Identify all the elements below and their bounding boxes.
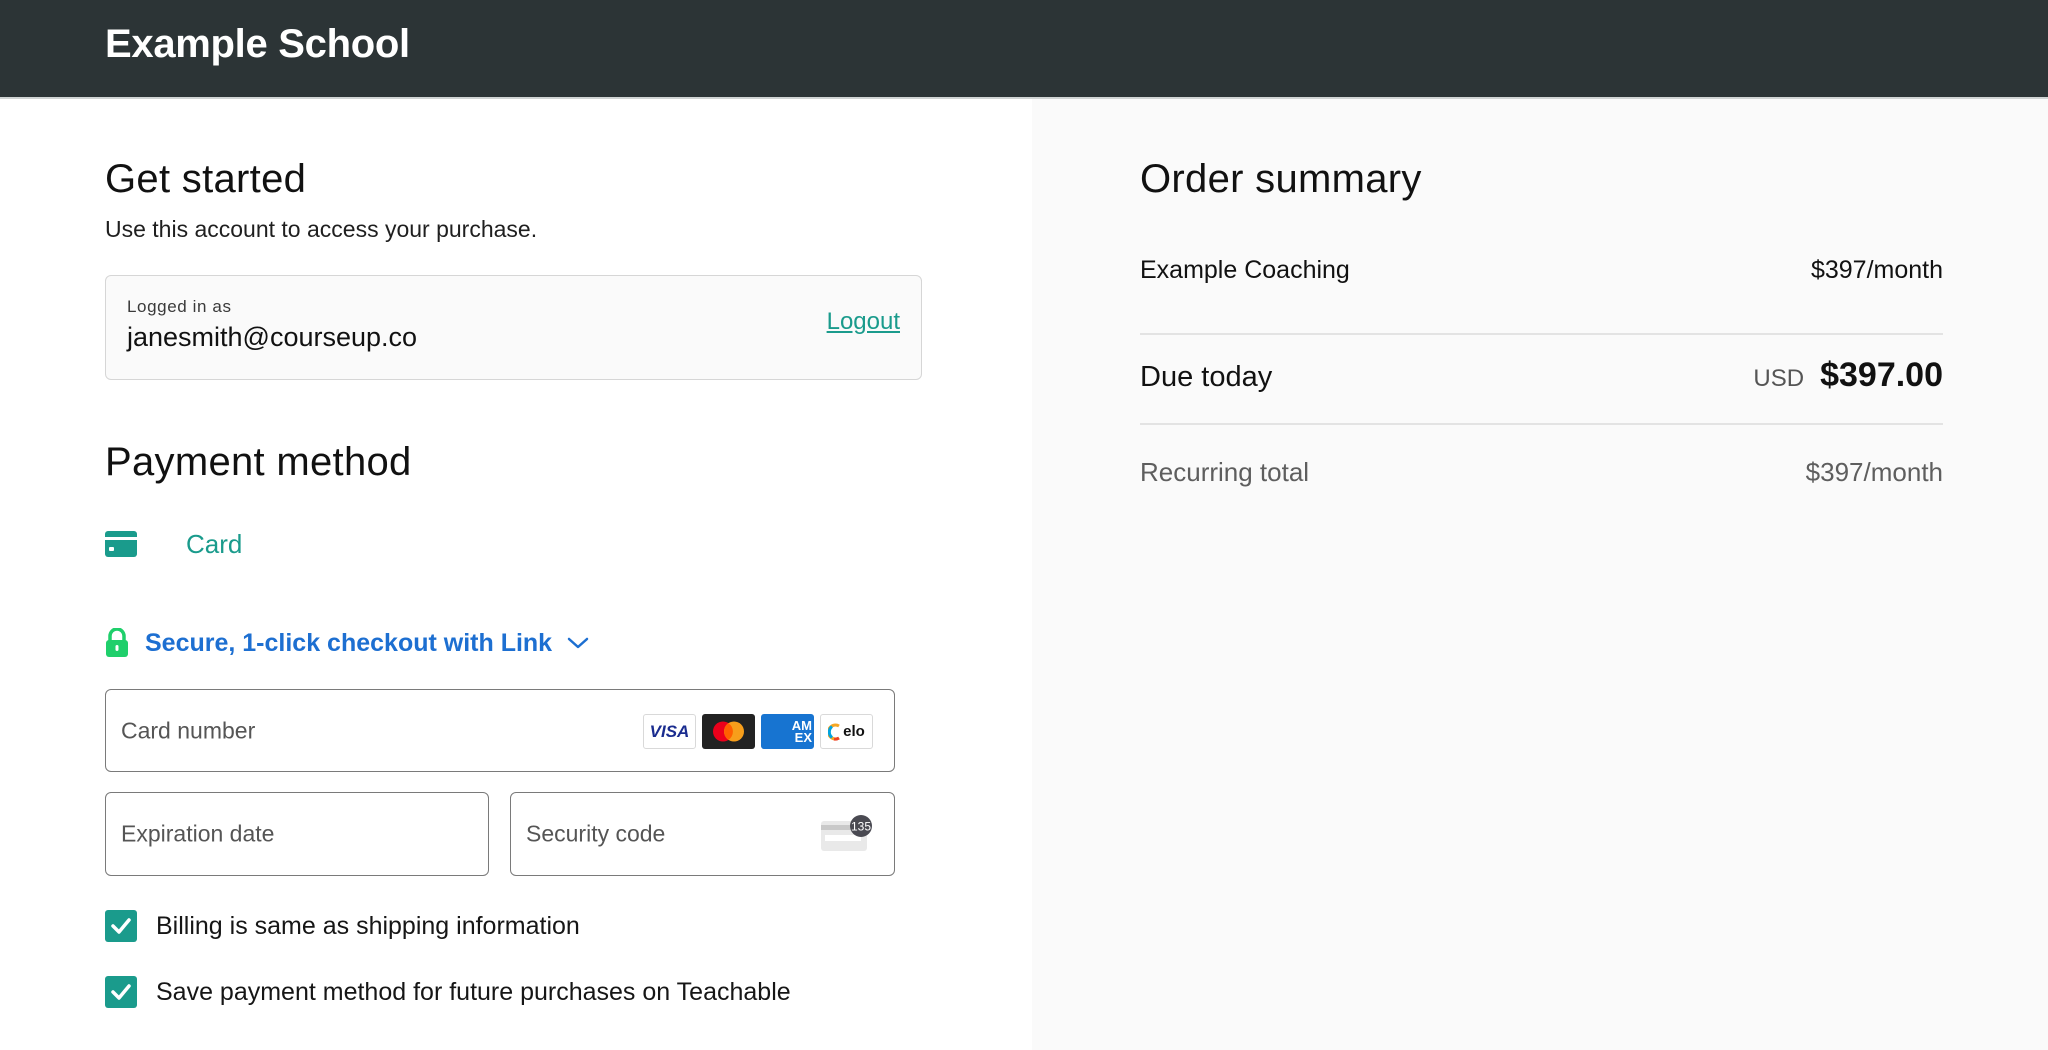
due-today-row: Due today USD $397.00 bbox=[1140, 356, 1943, 395]
save-payment-label: Save payment method for future purchases… bbox=[156, 977, 791, 1006]
expiration-date-input[interactable]: Expiration date bbox=[105, 792, 489, 876]
billing-same-checkbox-row[interactable]: Billing is same as shipping information bbox=[105, 910, 580, 942]
logged-in-email: janesmith@courseup.co bbox=[127, 322, 418, 352]
elo-text: elo bbox=[843, 723, 865, 740]
card-method-label: Card bbox=[186, 529, 243, 559]
card-number-input[interactable]: Card number VISA AM EX elo bbox=[105, 689, 895, 772]
cvc-hint-text: 135 bbox=[851, 820, 871, 834]
line-item-name: Example Coaching bbox=[1140, 256, 1350, 284]
get-started-subtitle: Use this account to access your purchase… bbox=[105, 216, 538, 242]
elo-logo-icon: elo bbox=[820, 714, 873, 749]
logged-in-label: Logged in as bbox=[127, 297, 232, 316]
save-payment-checkbox[interactable] bbox=[105, 976, 137, 1008]
amex-logo-icon: AM EX bbox=[761, 714, 814, 749]
logged-in-box: Logged in as janesmith@courseup.co Logou… bbox=[105, 275, 922, 380]
card-brand-logos: VISA AM EX elo bbox=[643, 714, 873, 749]
cvc-card-icon: 135 bbox=[819, 815, 873, 853]
school-brand[interactable]: Example School bbox=[105, 22, 410, 67]
recurring-total-label: Recurring total bbox=[1140, 457, 1310, 487]
line-item-price: $397/month bbox=[1810, 256, 1943, 284]
order-summary-heading: Order summary bbox=[1140, 157, 1422, 201]
recurring-total-row: Recurring total $397/month bbox=[1140, 457, 1943, 488]
visa-logo-icon: VISA bbox=[643, 714, 696, 749]
security-code-placeholder: Security code bbox=[526, 820, 666, 847]
mastercard-logo-icon bbox=[702, 714, 755, 749]
payment-method-card-tab[interactable]: Card bbox=[105, 527, 242, 561]
save-payment-checkbox-row[interactable]: Save payment method for future purchases… bbox=[105, 976, 791, 1008]
summary-divider bbox=[1140, 423, 1943, 425]
due-today-amount: $397.00 bbox=[1820, 356, 1943, 394]
billing-same-checkbox[interactable] bbox=[105, 910, 137, 942]
due-today-label: Due today bbox=[1140, 361, 1273, 393]
security-code-input[interactable]: Security code 135 bbox=[510, 792, 895, 876]
logout-link[interactable]: Logout bbox=[827, 308, 900, 336]
credit-card-icon bbox=[105, 531, 137, 557]
summary-divider bbox=[1140, 333, 1943, 335]
card-number-placeholder: Card number bbox=[121, 717, 256, 743]
chevron-down-icon bbox=[566, 635, 590, 651]
expiration-date-placeholder: Expiration date bbox=[121, 820, 275, 847]
lock-icon bbox=[105, 627, 129, 658]
recurring-total-amount: $397/month bbox=[1805, 457, 1943, 487]
checkmark-icon bbox=[111, 984, 131, 1000]
checkmark-icon bbox=[111, 918, 131, 934]
get-started-heading: Get started bbox=[105, 157, 307, 201]
link-checkout-text: Secure, 1-click checkout with Link bbox=[145, 628, 553, 657]
order-summary-panel bbox=[1032, 99, 2048, 1050]
top-header: Example School bbox=[0, 0, 2048, 99]
order-line-item: Example Coaching $397/month bbox=[1140, 256, 1943, 285]
payment-method-heading: Payment method bbox=[105, 440, 412, 484]
currency-code: USD bbox=[1753, 365, 1805, 392]
link-checkout-toggle[interactable]: Secure, 1-click checkout with Link bbox=[105, 626, 590, 660]
billing-same-label: Billing is same as shipping information bbox=[156, 911, 580, 940]
